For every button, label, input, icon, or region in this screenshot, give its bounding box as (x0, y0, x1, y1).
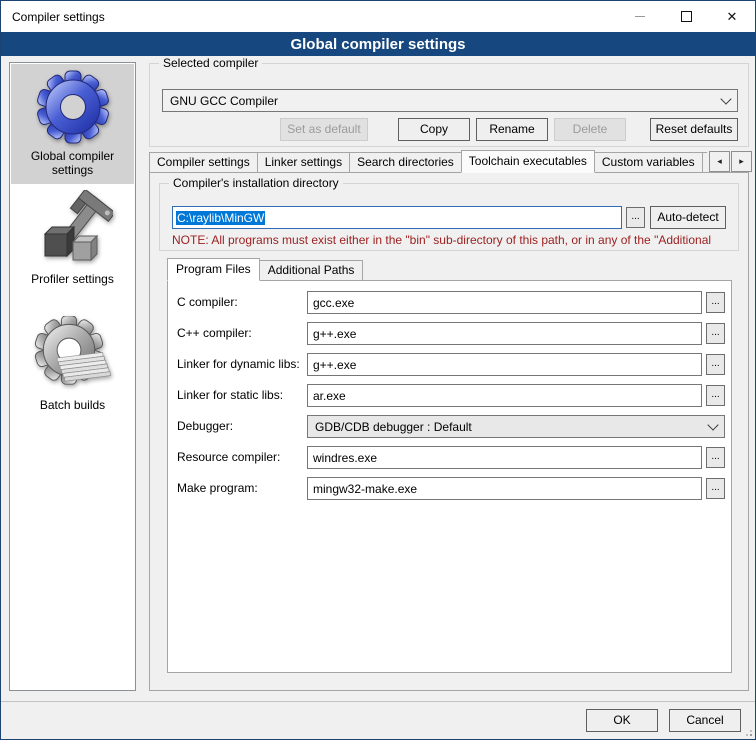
debugger-label: Debugger: (177, 415, 233, 438)
linker-dynamic-browse-button[interactable]: ... (706, 354, 725, 375)
tab-scroll-buttons: ◂ ▸ (708, 151, 752, 172)
compiler-select[interactable]: GNU GCC Compiler (162, 89, 738, 112)
field-row-resource-compiler: Resource compiler: ... (168, 446, 733, 469)
selected-compiler-legend: Selected compiler (159, 56, 262, 70)
reset-defaults-button[interactable]: Reset defaults (650, 118, 738, 141)
installation-directory-value: C:\raylib\MinGW (176, 211, 265, 225)
cpp-compiler-browse-button[interactable]: ... (706, 323, 725, 344)
chevron-down-icon (720, 93, 731, 104)
installation-directory-group: Compiler's installation directory C:\ray… (159, 183, 739, 251)
program-files-page: C compiler: ... C++ compiler: ... Linker… (167, 280, 732, 673)
tab-custom-variables[interactable]: Custom variables (594, 152, 703, 173)
field-row-linker-dynamic: Linker for dynamic libs: ... (168, 353, 733, 376)
window-title: Compiler settings (1, 10, 105, 24)
field-row-make-program: Make program: ... (168, 477, 733, 500)
resource-compiler-input[interactable] (307, 446, 702, 469)
maximize-button[interactable] (663, 1, 709, 32)
cpp-compiler-input[interactable] (307, 322, 702, 345)
batch-builds-gear-icon (33, 316, 113, 398)
minimize-button[interactable] (617, 1, 663, 32)
make-program-browse-button[interactable]: ... (706, 478, 725, 499)
browse-directory-button[interactable]: ... (626, 207, 645, 228)
minimize-icon (635, 16, 645, 17)
tab-scroll-left-button[interactable]: ◂ (709, 151, 730, 172)
arrow-right-icon: ▸ (739, 156, 744, 167)
c-compiler-browse-button[interactable]: ... (706, 292, 725, 313)
resize-grip[interactable] (743, 727, 753, 737)
resource-compiler-label: Resource compiler: (177, 446, 280, 469)
compiler-settings-window: Compiler settings ✕ Global compiler sett… (0, 0, 756, 740)
profiler-caliper-icon (33, 190, 113, 272)
arrow-left-icon: ◂ (717, 156, 722, 167)
compiler-select-value: GNU GCC Compiler (170, 94, 278, 108)
sidebar-item-global-compiler-settings[interactable]: Global compiler settings (11, 64, 134, 184)
footer-divider (1, 701, 756, 702)
resource-compiler-browse-button[interactable]: ... (706, 447, 725, 468)
program-files-tabs: Program Files Additional Paths (167, 258, 362, 281)
bin-subdirectory-note: NOTE: All programs must exist either in … (172, 233, 732, 247)
c-compiler-input[interactable] (307, 291, 702, 314)
linker-static-label: Linker for static libs: (177, 384, 283, 407)
sidebar-item-batch-builds[interactable]: Batch builds (11, 313, 134, 419)
make-program-input[interactable] (307, 477, 702, 500)
close-icon: ✕ (727, 10, 738, 23)
sidebar-item-profiler-settings[interactable]: Profiler settings (11, 187, 134, 299)
cancel-button[interactable]: Cancel (669, 709, 741, 732)
linker-dynamic-label: Linker for dynamic libs: (177, 353, 300, 376)
set-as-default-button[interactable]: Set as default (280, 118, 368, 141)
linker-dynamic-input[interactable] (307, 353, 702, 376)
field-row-c-compiler: C compiler: ... (168, 291, 733, 314)
tab-program-files[interactable]: Program Files (167, 258, 260, 281)
tab-toolchain-executables[interactable]: Toolchain executables (461, 150, 595, 173)
tab-scroll-right-button[interactable]: ▸ (731, 151, 752, 172)
titlebar[interactable]: Compiler settings ✕ (1, 1, 755, 32)
tab-search-directories[interactable]: Search directories (349, 152, 462, 173)
make-program-label: Make program: (177, 477, 258, 500)
cpp-compiler-label: C++ compiler: (177, 322, 252, 345)
field-row-debugger: Debugger: GDB/CDB debugger : Default (168, 415, 733, 438)
selected-compiler-group: Selected compiler GNU GCC Compiler Set a… (149, 63, 749, 147)
sidebar-item-label: Global compiler settings (11, 149, 134, 178)
rename-button[interactable]: Rename (476, 118, 548, 141)
tab-linker-settings[interactable]: Linker settings (257, 152, 350, 173)
copy-button[interactable]: Copy (398, 118, 470, 141)
field-row-cpp-compiler: C++ compiler: ... (168, 322, 733, 345)
compiler-tabs: Compiler settings Linker settings Search… (149, 150, 707, 173)
field-row-linker-static: Linker for static libs: ... (168, 384, 733, 407)
auto-detect-button[interactable]: Auto-detect (650, 206, 726, 229)
tab-build-options-truncated[interactable]: Builc (702, 152, 707, 173)
dialog-banner: Global compiler settings (1, 32, 755, 56)
debugger-select-value: GDB/CDB debugger : Default (315, 420, 472, 434)
chevron-down-icon (707, 419, 718, 430)
ok-button[interactable]: OK (586, 709, 658, 732)
sidebar-item-label: Profiler settings (11, 272, 134, 286)
titlebar-buttons: ✕ (617, 1, 755, 32)
dialog-banner-title: Global compiler settings (290, 36, 465, 53)
tab-compiler-settings[interactable]: Compiler settings (149, 152, 258, 173)
debugger-select[interactable]: GDB/CDB debugger : Default (307, 415, 725, 438)
tab-additional-paths[interactable]: Additional Paths (259, 260, 364, 281)
delete-button[interactable]: Delete (554, 118, 626, 141)
sidebar-item-label: Batch builds (11, 398, 134, 412)
installation-directory-input[interactable]: C:\raylib\MinGW (172, 206, 622, 229)
linker-static-input[interactable] (307, 384, 702, 407)
maximize-icon (681, 11, 692, 22)
settings-category-list: Global compiler settings Profiler settin… (9, 62, 136, 691)
blue-gear-icon (33, 67, 113, 149)
close-button[interactable]: ✕ (709, 1, 755, 32)
installation-directory-legend: Compiler's installation directory (169, 176, 343, 190)
c-compiler-label: C compiler: (177, 291, 238, 314)
linker-static-browse-button[interactable]: ... (706, 385, 725, 406)
